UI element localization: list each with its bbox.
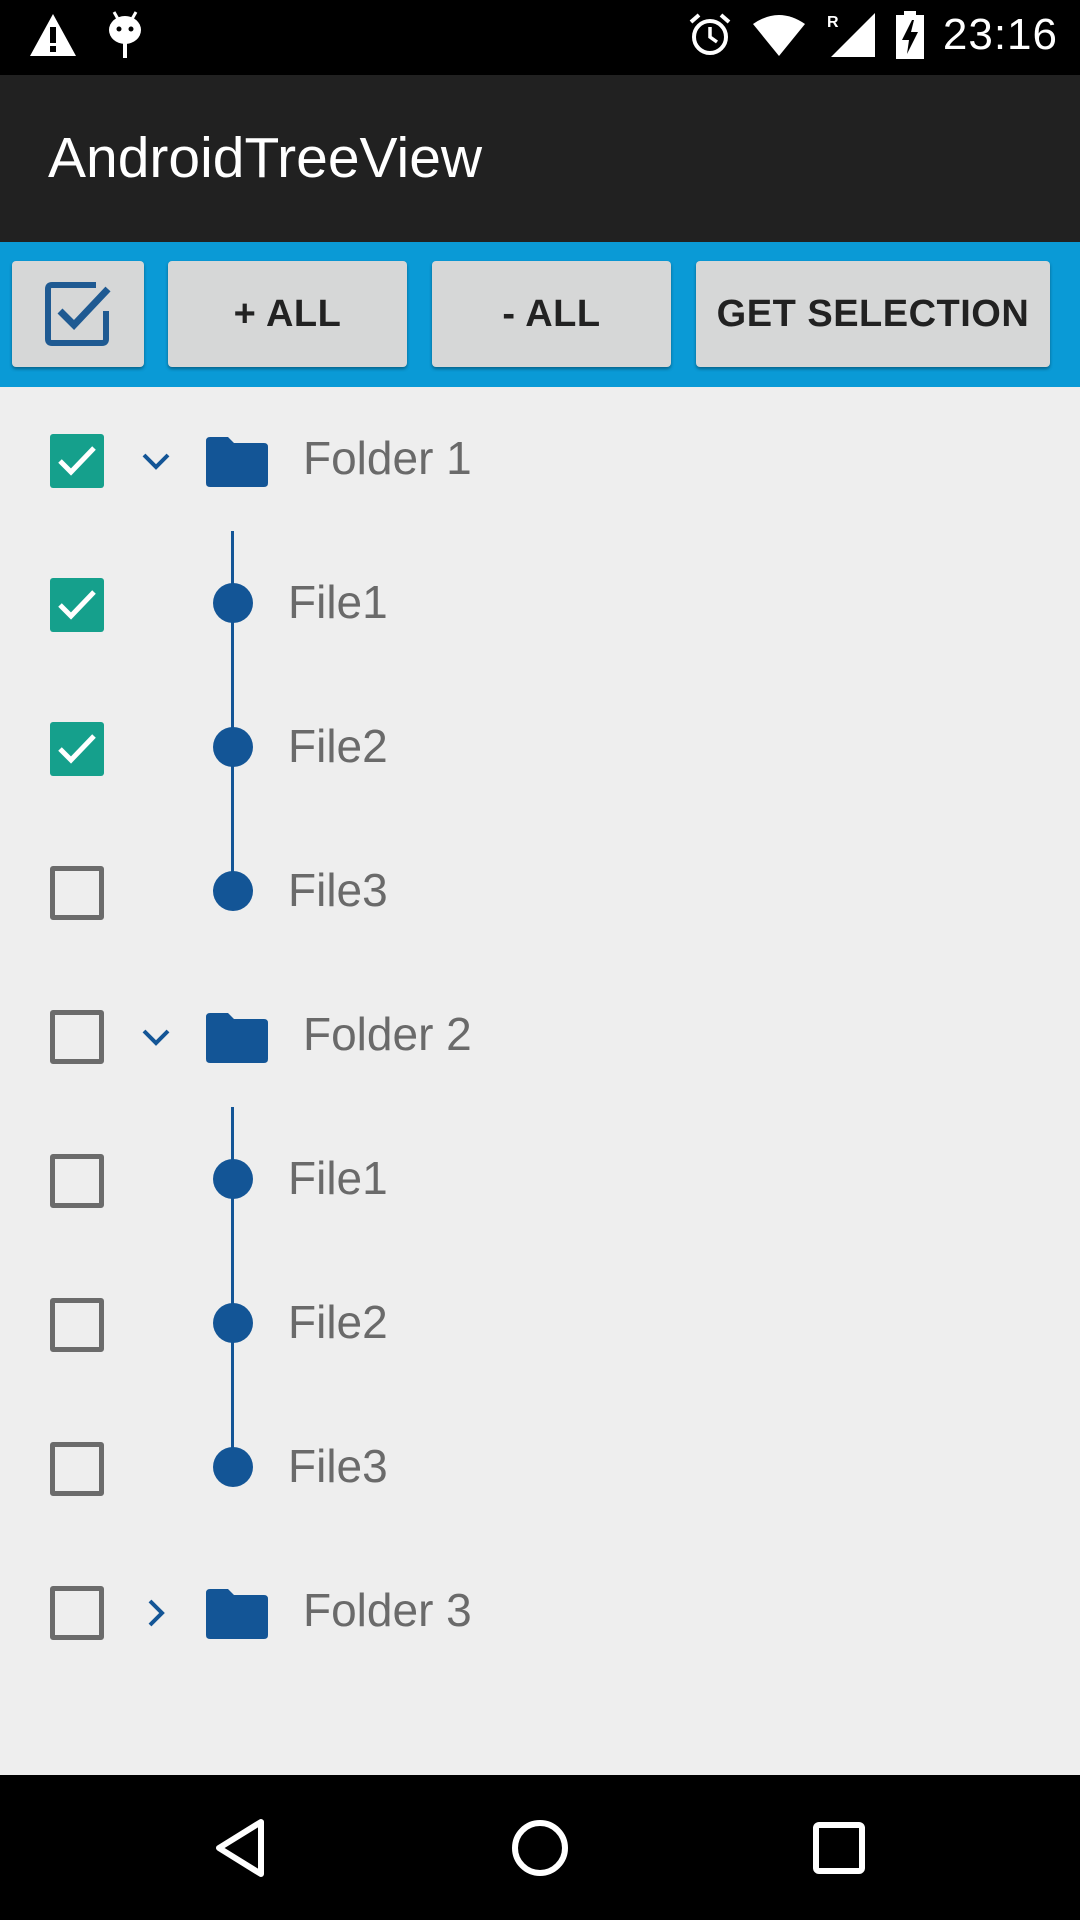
wifi-icon <box>752 15 805 56</box>
svg-text:R: R <box>827 14 839 31</box>
folder-label: Folder 2 <box>303 1008 472 1060</box>
file-checkbox[interactable] <box>50 578 104 632</box>
file-node-dot-icon <box>213 1303 253 1343</box>
file-label: File2 <box>288 720 388 772</box>
tree-file-node[interactable]: File1 <box>0 1107 1080 1251</box>
file-checkbox[interactable] <box>50 866 104 920</box>
tree-file-node[interactable]: File2 <box>0 675 1080 819</box>
folder-label: Folder 3 <box>303 1584 472 1636</box>
get-selection-button[interactable]: GET SELECTION <box>696 261 1050 367</box>
file-node-dot-icon <box>213 871 253 911</box>
alarm-icon <box>689 13 731 55</box>
file-label: File1 <box>288 1152 388 1204</box>
file-checkbox[interactable] <box>50 1154 104 1208</box>
navigation-bar <box>0 1775 1080 1920</box>
tree-folder-node[interactable]: Folder 1 <box>0 387 1080 531</box>
checkbox-icon <box>45 282 111 346</box>
file-checkbox[interactable] <box>50 722 104 776</box>
file-label: File3 <box>288 864 388 916</box>
chevron-down-icon[interactable] <box>138 443 174 479</box>
check-icon <box>58 446 96 476</box>
chevron-right-icon[interactable] <box>138 1595 174 1631</box>
status-time: 23:16 <box>942 10 1058 59</box>
app-title: AndroidTreeView <box>48 126 483 190</box>
back-button[interactable] <box>204 1811 278 1885</box>
file-node-dot-icon <box>213 1159 253 1199</box>
file-checkbox[interactable] <box>50 1298 104 1352</box>
file-checkbox[interactable] <box>50 1442 104 1496</box>
selection-mode-button[interactable] <box>12 261 144 367</box>
folder-checkbox[interactable] <box>50 1010 104 1064</box>
tree-folder-node[interactable]: Folder 2 <box>0 963 1080 1107</box>
file-label: File1 <box>288 576 388 628</box>
check-icon <box>58 734 96 764</box>
folder-label: Folder 1 <box>303 432 472 484</box>
file-label: File3 <box>288 1440 388 1492</box>
back-icon <box>216 1819 264 1877</box>
recents-icon <box>813 1822 865 1874</box>
home-button[interactable] <box>503 1811 577 1885</box>
android-debug-icon <box>109 11 141 58</box>
expand-all-button[interactable]: + ALL <box>168 261 407 367</box>
file-node-dot-icon <box>213 1447 253 1487</box>
status-bar: R 23:16 <box>0 0 1080 75</box>
recents-button[interactable] <box>802 1811 876 1885</box>
chevron-down-icon[interactable] <box>138 1019 174 1055</box>
folder-icon <box>206 1013 268 1063</box>
tree-file-node[interactable]: File1 <box>0 531 1080 675</box>
file-label: File2 <box>288 1296 388 1348</box>
file-node-dot-icon <box>213 583 253 623</box>
folder-checkbox[interactable] <box>50 1586 104 1640</box>
home-icon <box>512 1820 568 1876</box>
tree-file-node[interactable]: File2 <box>0 1251 1080 1395</box>
collapse-all-button[interactable]: - ALL <box>432 261 671 367</box>
signal-roaming-icon: R <box>827 13 875 57</box>
folder-checkbox[interactable] <box>50 434 104 488</box>
file-node-dot-icon <box>213 727 253 767</box>
button-toolbar: + ALL - ALL GET SELECTION <box>0 242 1080 387</box>
check-icon <box>58 590 96 620</box>
tree-file-node[interactable]: File3 <box>0 1395 1080 1539</box>
folder-icon <box>206 437 268 487</box>
action-bar: AndroidTreeView <box>0 75 1080 242</box>
tree-folder-node[interactable]: Folder 3 <box>0 1539 1080 1683</box>
battery-charging-icon <box>895 11 924 59</box>
warning-icon <box>30 14 76 56</box>
tree-file-node[interactable]: File3 <box>0 819 1080 963</box>
folder-icon <box>206 1589 268 1639</box>
